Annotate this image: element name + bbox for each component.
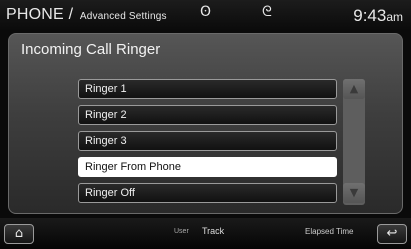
user-label: User xyxy=(174,228,189,235)
elapsed-time-label: Elapsed Time xyxy=(305,227,354,236)
page-subtitle: Advanced Settings xyxy=(79,11,167,22)
clock-ampm: am xyxy=(386,10,403,24)
scroll-up-icon[interactable]: ▲ xyxy=(343,79,365,99)
home-icon[interactable]: ⌂ xyxy=(4,224,34,244)
clock-time: 9:43 xyxy=(353,6,387,25)
page-title: PHONE xyxy=(6,6,64,23)
ringer-settings-panel: Incoming Call Ringer Ringer 1 Ringer 2 R… xyxy=(8,33,403,214)
scroll-down-icon[interactable]: ▼ xyxy=(343,183,365,203)
breadcrumb: PHONE / Advanced Settings xyxy=(6,6,167,24)
ringer-option-1[interactable]: Ringer 1 xyxy=(78,79,337,99)
back-icon[interactable]: ↩ xyxy=(377,224,407,244)
ringer-option-3[interactable]: Ringer 3 xyxy=(78,131,337,151)
track-label: Track xyxy=(202,226,225,236)
ringer-option-2[interactable]: Ringer 2 xyxy=(78,105,337,125)
bluetooth-icon: ʘ xyxy=(200,4,212,20)
breadcrumb-separator: / xyxy=(68,6,74,23)
signal-icon: ᘓ xyxy=(262,4,272,20)
clock: 9:43am xyxy=(353,6,403,26)
panel-title: Incoming Call Ringer xyxy=(21,41,161,58)
status-bar: PHONE / Advanced Settings ʘ ᘓ 9:43am xyxy=(0,0,411,30)
ringer-option-from-phone[interactable]: Ringer From Phone xyxy=(78,157,337,177)
ringer-option-off[interactable]: Ringer Off xyxy=(78,183,337,203)
bottom-bar: ⌂ User Track Elapsed Time ↩ xyxy=(0,218,411,249)
